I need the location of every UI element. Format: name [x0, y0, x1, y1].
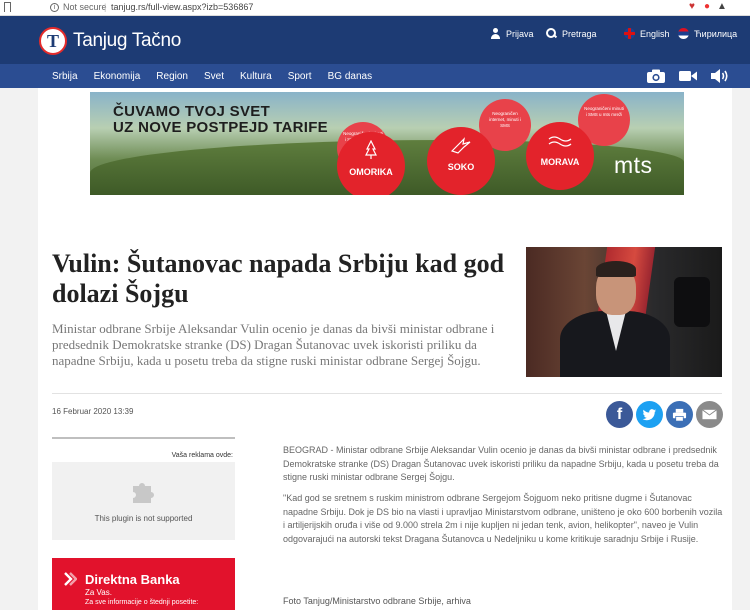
site-header: T Tanjug Tačno Prijava Pretraga English … — [0, 16, 750, 64]
twitter-share-button[interactable] — [636, 401, 663, 428]
tree-icon — [365, 139, 377, 159]
cyrillic-label: Ћирилица — [694, 28, 738, 39]
printer-icon — [672, 408, 687, 421]
bank-logo-icon — [64, 572, 77, 586]
main-nav: Srbija Ekonomija Region Svet Kultura Spo… — [0, 64, 750, 88]
url-field[interactable]: tanjug.rs/full-view.aspx?izb=536867 — [111, 2, 253, 12]
speaker-icon — [711, 69, 728, 83]
ad-brand: mts — [614, 152, 653, 178]
article-date: 16 Februar 2020 13:39 — [52, 407, 134, 416]
opera-icon[interactable]: ● — [701, 1, 713, 13]
twitter-icon — [642, 408, 657, 420]
search-link[interactable]: Pretraga — [546, 28, 597, 39]
print-button[interactable] — [666, 401, 693, 428]
ad-headline-line1: ČUVAMO TVOJ SVET — [113, 103, 271, 120]
article-paragraph: "Kad god se sretnem s ruskim ministrom o… — [283, 493, 723, 544]
bank-name: Direktna Banka — [85, 572, 180, 587]
photo-credit: Foto Tanjug/Ministarstvo odbrane Srbije,… — [283, 596, 471, 606]
search-label: Pretraga — [562, 28, 597, 39]
nav-item-srbija[interactable]: Srbija — [52, 71, 78, 82]
nav-item-bg-danas[interactable]: BG danas — [328, 71, 372, 82]
nav-list: Srbija Ekonomija Region Svet Kultura Spo… — [52, 64, 372, 88]
ad-label: Vaša reklama ovde: — [171, 452, 233, 459]
extension-icon[interactable]: ♥ — [686, 1, 698, 13]
search-icon — [546, 28, 557, 39]
audio-button[interactable] — [709, 66, 731, 86]
envelope-icon — [702, 409, 717, 420]
cyrillic-link[interactable]: Ћирилица — [678, 28, 737, 39]
english-label: English — [640, 28, 670, 39]
plugin-text: This plugin is not supported — [94, 514, 193, 523]
facebook-share-button[interactable]: f — [606, 401, 633, 428]
ad-circle-title: MORAVA — [540, 157, 580, 167]
divider — [52, 393, 722, 394]
nav-item-sport[interactable]: Sport — [288, 71, 312, 82]
email-share-button[interactable] — [696, 401, 723, 428]
separator: | — [104, 2, 107, 12]
camera-icon — [647, 69, 665, 83]
ad-circle-soko: SOKO — [427, 127, 495, 195]
nav-item-region[interactable]: Region — [156, 71, 188, 82]
photo-button[interactable] — [645, 66, 667, 86]
video-button[interactable] — [677, 66, 699, 86]
sidebar-rule — [52, 437, 235, 439]
english-link[interactable]: English — [624, 28, 670, 39]
uk-flag-icon — [624, 28, 635, 39]
photo-camera — [674, 277, 710, 327]
nav-item-ekonomija[interactable]: Ekonomija — [94, 71, 141, 82]
bookmark-icon[interactable] — [4, 2, 11, 12]
article-paragraph: BEOGRAD - Ministar odbrane Srbije Aleksa… — [283, 445, 719, 482]
login-link[interactable]: Prijava — [490, 28, 534, 39]
ad-circle-title: OMORIKA — [349, 167, 393, 177]
security-label[interactable]: Not secure — [63, 2, 107, 12]
article-photo[interactable] — [526, 247, 722, 377]
bank-ad[interactable]: Direktna Banka Za Vas. Za sve informacij… — [52, 558, 235, 610]
ad-circle-omorika: OMORIKA — [337, 132, 405, 195]
warning-icon[interactable]: ▲ — [716, 1, 728, 13]
nav-item-svet[interactable]: Svet — [204, 71, 224, 82]
article-lead: Ministar odbrane Srbije Aleksandar Vulin… — [52, 321, 495, 368]
logo-text[interactable]: Tanjug Tačno — [73, 30, 181, 52]
photo-hair — [596, 261, 636, 277]
info-icon[interactable]: i — [50, 3, 59, 12]
plugin-placeholder[interactable]: This plugin is not supported — [52, 462, 235, 540]
ad-circle-morava: MORAVA — [526, 122, 594, 190]
video-camera-icon — [679, 71, 697, 81]
ad-banner[interactable]: ČUVAMO TVOJ SVET UZ NOVE POSTPEJD TARIFE… — [90, 92, 684, 195]
ad-circle-title: SOKO — [447, 162, 475, 172]
ad-headline: ČUVAMO TVOJ SVET UZ NOVE POSTPEJD TARIFE — [113, 104, 328, 136]
login-label: Prijava — [506, 28, 534, 39]
article-title: Vulin: Šutanovac napada Srbiju kad god d… — [52, 249, 505, 308]
nav-item-kultura[interactable]: Kultura — [240, 71, 272, 82]
ad-badge-text: Neograničeni minuti i SMS u mts mreži — [584, 106, 624, 117]
wave-icon — [548, 136, 572, 147]
serbia-flag-icon — [678, 28, 689, 39]
logo-icon[interactable]: T — [39, 27, 67, 55]
puzzle-piece-icon — [133, 483, 154, 503]
ad-headline-line2: UZ NOVE POSTPEJD TARIFE — [113, 119, 328, 136]
user-icon — [490, 28, 501, 39]
bank-info: Za sve informacije o štednji posetite: — [85, 599, 199, 606]
browser-address-bar: i Not secure | tanjug.rs/full-view.aspx?… — [0, 0, 750, 16]
bank-tagline: Za Vas. — [85, 588, 112, 597]
facebook-icon: f — [616, 405, 623, 423]
bird-icon — [450, 137, 471, 154]
